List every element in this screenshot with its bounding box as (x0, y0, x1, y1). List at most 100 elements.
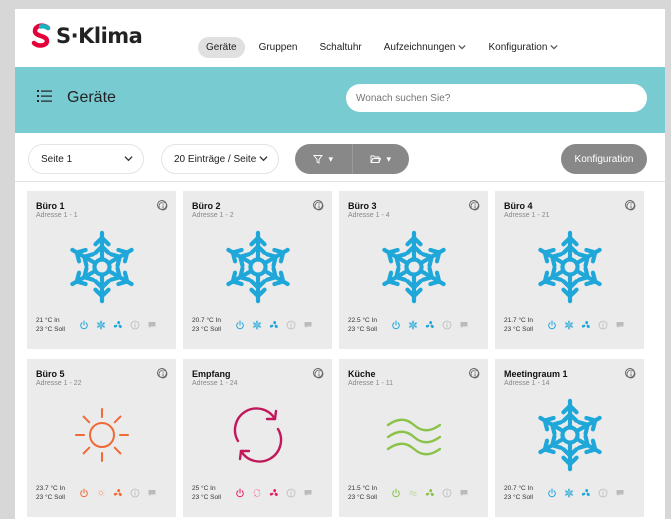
device-card[interactable]: Büro 5 Adresse 1 - 22 23.7 °C In 23 °C S… (27, 359, 176, 517)
fan-icon[interactable] (581, 485, 591, 497)
temperature-setpoint: 23 °C Soll (192, 325, 221, 333)
device-controls (235, 317, 313, 330)
fan-icon[interactable] (269, 317, 279, 329)
entries-per-page-select[interactable]: 20 Einträge / Seite (161, 144, 279, 174)
info-small-icon[interactable] (286, 485, 296, 498)
device-temperatures: 23.7 °C In 23 °C Soll (36, 485, 65, 502)
snowflake-icon (64, 229, 140, 305)
power-icon[interactable] (235, 485, 245, 498)
device-address: Adresse 1 - 1 (36, 212, 78, 219)
message-icon[interactable] (615, 485, 625, 496)
nav-item-geräte[interactable]: Geräte (198, 37, 245, 58)
filter-button[interactable]: ▾ (295, 144, 352, 174)
device-controls (547, 317, 625, 330)
info-small-icon[interactable] (598, 485, 608, 498)
snowflake-icon (220, 229, 296, 305)
mode-snowflake-icon[interactable] (252, 317, 262, 330)
page-select[interactable]: Seite 1 (28, 144, 144, 174)
sun-icon (64, 397, 140, 473)
message-icon[interactable] (459, 485, 469, 496)
nav-item-aufzeichnungen[interactable]: Aufzeichnungen (376, 37, 475, 58)
message-icon[interactable] (147, 317, 157, 328)
info-icon[interactable] (625, 200, 636, 211)
snowflake-icon (532, 397, 608, 473)
device-card[interactable]: Büro 1 Adresse 1 - 1 21 °C In 23 °C Soll (27, 191, 176, 349)
device-address: Adresse 1 - 24 (192, 380, 238, 387)
app-frame: S·Klima Geräte Gruppen Schaltuhr Aufzeichnu… (15, 9, 665, 519)
info-small-icon[interactable] (598, 317, 608, 330)
device-temperatures: 22.5 °C In 23 °C Soll (348, 317, 377, 334)
temperature-in: 23.7 °C In (36, 485, 65, 492)
nav-item-schaltuhr[interactable]: Schaltuhr (312, 37, 370, 58)
info-icon[interactable] (469, 200, 480, 211)
device-temperatures: 21.5 °C In 23 °C Soll (348, 485, 377, 502)
info-small-icon[interactable] (130, 317, 140, 330)
power-icon[interactable] (235, 317, 245, 330)
power-icon[interactable] (79, 485, 89, 498)
fan-icon[interactable] (113, 485, 123, 497)
mode-snowflake-icon[interactable] (564, 317, 574, 330)
device-address: Adresse 1 - 14 (504, 380, 550, 387)
info-icon[interactable] (469, 368, 480, 379)
nav-item-label: Gruppen (258, 42, 298, 53)
caret-down-icon: ▾ (328, 153, 334, 164)
fan-icon[interactable] (581, 317, 591, 329)
mode-dry-waves-icon[interactable] (408, 485, 418, 496)
power-icon[interactable] (391, 317, 401, 330)
device-temperatures: 20.7 °C In 23 °C Soll (504, 485, 533, 502)
configuration-button[interactable]: Konfiguration (561, 144, 647, 174)
nav-item-gruppen[interactable]: Gruppen (251, 37, 306, 58)
device-card[interactable]: Küche Adresse 1 - 11 21.5 °C In 23 °C So… (339, 359, 488, 517)
device-card[interactable]: Büro 3 Adresse 1 - 4 22.5 °C In 23 °C So… (339, 191, 488, 349)
device-name: Meetingraum 1 (504, 369, 568, 379)
info-small-icon[interactable] (286, 317, 296, 330)
message-icon[interactable] (303, 317, 313, 328)
dry-waves-icon (376, 397, 452, 473)
message-icon[interactable] (147, 485, 157, 496)
info-small-icon[interactable] (442, 317, 452, 330)
list-toolbar: Seite 1 20 Einträge / Seite ▾ ▾ Konfigur… (15, 133, 665, 181)
folder-button[interactable]: ▾ (351, 144, 410, 174)
fan-icon[interactable] (425, 317, 435, 329)
message-icon[interactable] (615, 317, 625, 328)
logo-s-icon (31, 23, 51, 48)
search-input[interactable] (346, 84, 647, 112)
list-menu-icon[interactable] (37, 89, 53, 108)
device-name: Büro 3 (348, 201, 377, 211)
info-icon[interactable] (313, 368, 324, 379)
device-card[interactable]: Büro 4 Adresse 1 - 21 21.7 °C In 23 °C S… (495, 191, 644, 349)
brand-logo[interactable]: S·Klima (29, 23, 143, 49)
info-icon[interactable] (625, 368, 636, 379)
mode-snowflake-icon[interactable] (96, 317, 106, 330)
device-name: Empfang (192, 369, 231, 379)
power-icon[interactable] (547, 485, 557, 498)
snowflake-icon (376, 229, 452, 305)
mode-auto-cycle-icon[interactable] (252, 485, 262, 497)
toolbar-divider (15, 181, 665, 182)
fan-icon[interactable] (425, 485, 435, 497)
temperature-setpoint: 23 °C Soll (504, 325, 533, 333)
device-card[interactable]: Empfang Adresse 1 - 24 25 °C In 23 °C So… (183, 359, 332, 517)
power-icon[interactable] (391, 485, 401, 498)
info-icon[interactable] (157, 368, 168, 379)
device-address: Adresse 1 - 2 (192, 212, 234, 219)
page-select-value: Seite 1 (41, 153, 73, 165)
power-icon[interactable] (79, 317, 89, 330)
mode-snowflake-icon[interactable] (408, 317, 418, 330)
temperature-setpoint: 23 °C Soll (192, 493, 221, 501)
device-card[interactable]: Büro 2 Adresse 1 - 2 20.7 °C In 23 °C So… (183, 191, 332, 349)
info-icon[interactable] (157, 200, 168, 211)
fan-icon[interactable] (113, 317, 123, 329)
nav-item-konfiguration[interactable]: Konfiguration (480, 37, 566, 58)
power-icon[interactable] (547, 317, 557, 330)
info-small-icon[interactable] (442, 485, 452, 498)
message-icon[interactable] (459, 317, 469, 328)
nav-item-label: Geräte (206, 42, 237, 53)
mode-snowflake-icon[interactable] (564, 485, 574, 498)
device-card[interactable]: Meetingraum 1 Adresse 1 - 14 20.7 °C In … (495, 359, 644, 517)
message-icon[interactable] (303, 485, 313, 496)
info-icon[interactable] (313, 200, 324, 211)
mode-sun-icon[interactable] (96, 485, 106, 497)
info-small-icon[interactable] (130, 485, 140, 498)
fan-icon[interactable] (269, 485, 279, 497)
